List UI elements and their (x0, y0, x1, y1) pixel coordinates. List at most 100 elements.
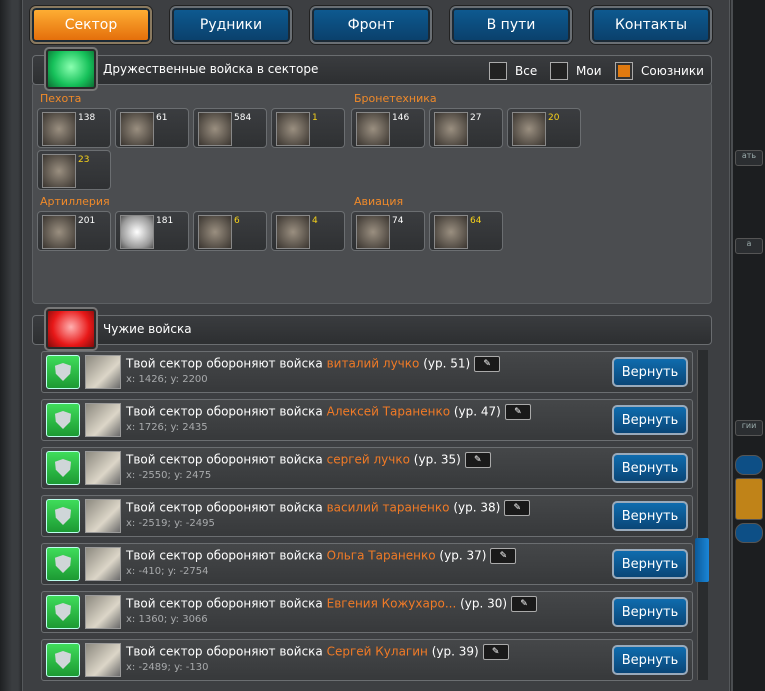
player-name-link[interactable]: сергей лучко (327, 453, 410, 467)
unit-count: 61 (156, 113, 168, 123)
scrollbar-thumb[interactable] (695, 538, 709, 582)
return-button[interactable]: Вернуть (612, 405, 688, 435)
filter-all[interactable]: Все (489, 62, 537, 80)
player-name-link[interactable]: василий тараненко (327, 501, 450, 515)
unit-count: 4 (312, 216, 318, 226)
unit-slot[interactable]: 61 (115, 108, 189, 148)
unit-slot[interactable]: 6 (193, 211, 267, 251)
return-button[interactable]: Вернуть (612, 645, 688, 675)
message-prefix: Твой сектор обороняют войска (126, 404, 323, 419)
unit-slot[interactable]: 64 (429, 211, 503, 251)
howitzer-icon (276, 215, 310, 249)
pencil-icon[interactable]: ✎ (504, 500, 531, 516)
avatar (85, 355, 121, 389)
tab-contacts[interactable]: Контакты (590, 6, 712, 44)
player-level: (ур. 35) (413, 452, 461, 467)
defender-message: Твой сектор обороняют войска сергей лучк… (126, 452, 491, 468)
bike-icon (120, 112, 154, 146)
player-level: (ур. 39) (431, 644, 479, 659)
player-name-link[interactable]: Алексей Тараненко (327, 405, 450, 419)
player-name-link[interactable]: Ольга Тараненко (327, 549, 436, 563)
unit-count: 27 (470, 113, 482, 123)
filter-mine[interactable]: Мои (550, 62, 602, 80)
category-armor: Бронетехника (354, 92, 437, 105)
shield-icon (46, 499, 80, 533)
category-aviation: Авиация (354, 195, 404, 208)
pencil-icon[interactable]: ✎ (482, 644, 509, 660)
table-row: Твой сектор обороняют войска Евгения Кож… (41, 591, 693, 633)
player-name-link[interactable]: виталий лучко (327, 357, 420, 371)
return-button[interactable]: Вернуть (612, 453, 688, 483)
table-row: Твой сектор обороняют войска василий тар… (41, 495, 693, 537)
pencil-icon[interactable]: ✎ (474, 356, 501, 372)
pencil-icon[interactable]: ✎ (511, 596, 538, 612)
shield-icon (46, 595, 80, 629)
unit-slot[interactable]: 146 (351, 108, 425, 148)
filter-allies-label: Союзники (641, 64, 704, 78)
unit-count: 74 (392, 216, 404, 226)
filter-all-checkbox[interactable] (489, 62, 507, 80)
side-scroll-down-icon[interactable] (735, 523, 763, 543)
unit-slot[interactable]: 584 (193, 108, 267, 148)
tab-sector[interactable]: Сектор (30, 6, 152, 44)
list-scrollbar[interactable] (697, 350, 708, 680)
player-name-link[interactable]: Евгения Кожухаро... (327, 597, 457, 611)
unit-count: 181 (156, 216, 174, 226)
pencil-icon[interactable]: ✎ (504, 404, 531, 420)
unit-slot[interactable]: 20 (507, 108, 581, 148)
return-button[interactable]: Вернуть (612, 597, 688, 627)
return-button[interactable]: Вернуть (612, 501, 688, 531)
unit-count: 6 (234, 216, 240, 226)
player-level: (ур. 37) (439, 548, 487, 563)
unit-count: 23 (78, 155, 90, 165)
side-scroll-up-icon[interactable] (735, 455, 763, 475)
avatar (85, 595, 121, 629)
unit-slot[interactable]: 74 (351, 211, 425, 251)
filter-mine-checkbox[interactable] (550, 62, 568, 80)
defender-message: Твой сектор обороняют войска Евгения Кож… (126, 596, 538, 612)
unit-slot[interactable]: 27 (429, 108, 503, 148)
defender-message: Твой сектор обороняют войска виталий луч… (126, 356, 501, 372)
unit-count: 64 (470, 216, 482, 226)
aircraft-icon (356, 215, 390, 249)
category-infantry: Пехота (40, 92, 82, 105)
shield-icon (46, 643, 80, 677)
coordinates: x: 1360; y: 3066 (126, 614, 208, 625)
avatar (85, 499, 121, 533)
unit-slot[interactable]: 23 (37, 150, 111, 190)
avatar (85, 403, 121, 437)
table-row: Твой сектор обороняют войска виталий луч… (41, 351, 693, 393)
unit-slot[interactable]: 201 (37, 211, 111, 251)
shield-icon (46, 547, 80, 581)
foreign-troops-title: Чужие войска (103, 322, 192, 336)
pencil-icon[interactable]: ✎ (490, 548, 517, 564)
coordinates: x: -2489; y: -130 (126, 662, 209, 673)
unit-slot[interactable]: 1 (271, 108, 345, 148)
player-level: (ур. 38) (453, 500, 501, 515)
artillery-icon (42, 215, 76, 249)
pencil-icon[interactable]: ✎ (464, 452, 491, 468)
avatar (85, 547, 121, 581)
tab-in-transit[interactable]: В пути (450, 6, 572, 44)
message-prefix: Твой сектор обороняют войска (126, 452, 323, 467)
tab-front[interactable]: Фронт (310, 6, 432, 44)
filter-allies-checkbox[interactable] (615, 62, 633, 80)
player-name-link[interactable]: Сергей Кулагин (327, 645, 428, 659)
friendly-badge-icon (44, 47, 98, 91)
unit-slot[interactable]: 138 (37, 108, 111, 148)
filter-mine-label: Мои (576, 64, 602, 78)
apc-icon (434, 112, 468, 146)
filter-all-label: Все (515, 64, 538, 78)
filter-allies[interactable]: Союзники (615, 62, 704, 80)
tank-icon (356, 112, 390, 146)
unit-slot[interactable]: 4 (271, 211, 345, 251)
side-slider[interactable] (735, 478, 763, 520)
return-button[interactable]: Вернуть (612, 549, 688, 579)
return-button[interactable]: Вернуть (612, 357, 688, 387)
tab-mines[interactable]: Рудники (170, 6, 292, 44)
shield-icon (46, 451, 80, 485)
unit-slot[interactable]: 181 (115, 211, 189, 251)
unit-count: 20 (548, 113, 560, 123)
friendly-troops-title: Дружественные войска в секторе (103, 62, 319, 76)
rocket-launcher-icon (198, 215, 232, 249)
